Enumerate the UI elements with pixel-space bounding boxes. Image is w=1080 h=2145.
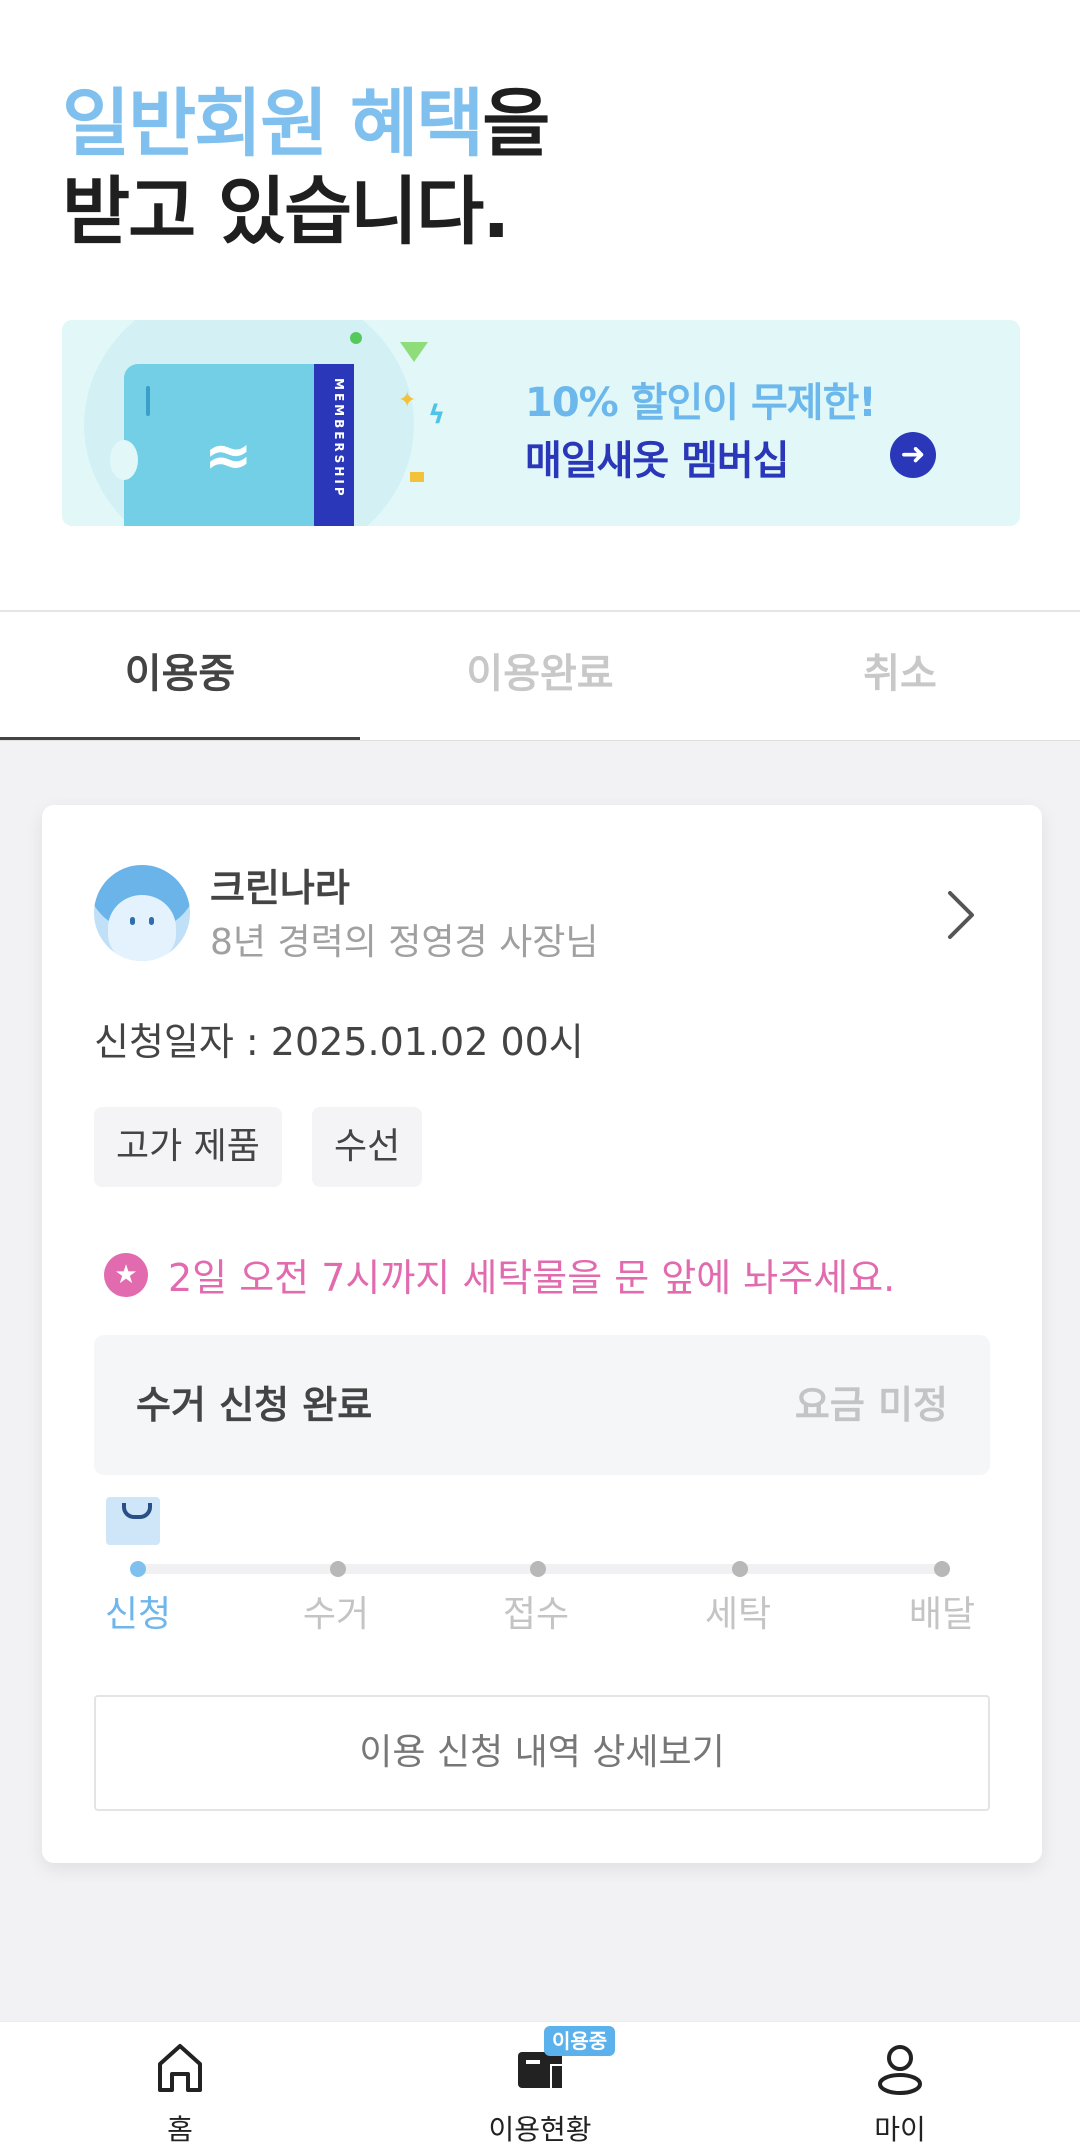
avatar-eye-left <box>130 917 135 925</box>
hero-heading: 일반회원 혜택을 받고 있습니다. <box>62 80 1022 256</box>
pickup-notice: ★ 2일 오전 7시까지 세탁물을 문 앞에 놔주세요. <box>104 1247 895 1302</box>
progress-dot-receive <box>530 1561 546 1577</box>
step-receive: 접수 <box>502 1594 570 1635</box>
request-date: 신청일자 : 2025.01.02 00시 <box>94 1020 584 1064</box>
progress-dot-apply <box>130 1561 146 1577</box>
hero-line-1: 일반회원 혜택을 <box>62 80 1022 168</box>
avatar-face <box>108 895 176 961</box>
ticket-slit <box>146 386 150 416</box>
progress-dot-wash <box>732 1561 748 1577</box>
progress-dot-deliver <box>934 1561 950 1577</box>
sparkle-triangle-icon <box>400 342 428 362</box>
star-badge-icon: ★ <box>104 1252 148 1297</box>
tab-completed[interactable]: 이용완료 <box>360 612 720 740</box>
hero-line-1-rest: 을 <box>482 81 550 167</box>
sparkle-bar-icon <box>410 472 424 482</box>
nav-home-label: 홈 <box>167 2113 193 2145</box>
tag-premium-item: 고가 제품 <box>94 1107 282 1187</box>
shopping-bag-icon <box>106 1497 160 1545</box>
bottom-nav: 홈 이용현황 마이 이용중 <box>0 2021 1080 2145</box>
sparkle-dot-icon <box>350 332 362 344</box>
membership-ticket-illustration: ≈ MEMBERSHIP <box>110 364 354 526</box>
order-card: 크린나라 8년 경력의 정영경 사장님 신청일자 : 2025.01.02 00… <box>42 805 1042 1863</box>
user-icon <box>878 2045 922 2095</box>
pickup-notice-text: 2일 오전 7시까지 세탁물을 문 앞에 놔주세요. <box>168 1256 896 1300</box>
arrow-right-circle-icon[interactable]: ➜ <box>890 432 936 478</box>
progress-dot-pickup <box>330 1561 346 1577</box>
tag-repair: 수선 <box>312 1107 423 1187</box>
membership-ticket-text: MEMBERSHIP <box>332 378 346 499</box>
wave-logo-icon: ≈ <box>204 421 253 489</box>
status-tabs: 이용중 이용완료 취소 <box>0 612 1080 740</box>
hero-line-2: 받고 있습니다. <box>62 169 510 255</box>
view-details-button[interactable]: 이용 신청 내역 상세보기 <box>94 1695 990 1811</box>
step-pickup: 수거 <box>302 1594 370 1635</box>
membership-banner[interactable]: ≈ MEMBERSHIP ✦ ϟ 10% 할인이 무제한! 매일새옷 멤버십 ➜ <box>62 320 1020 526</box>
chevron-right-icon[interactable] <box>940 885 980 945</box>
nav-usage[interactable]: 이용현황 <box>360 2022 720 2145</box>
step-apply: 신청 <box>104 1594 172 1635</box>
sparkle-star-icon: ✦ <box>398 388 417 413</box>
store-description: 8년 경력의 정영경 사장님 <box>210 922 599 963</box>
ticket-notch <box>110 440 138 480</box>
tab-in-use[interactable]: 이용중 <box>0 612 360 740</box>
store-name: 크린나라 <box>210 866 350 910</box>
status-label: 수거 신청 완료 <box>136 1383 373 1427</box>
nav-my-label: 마이 <box>874 2113 926 2145</box>
nav-usage-badge: 이용중 <box>544 2026 616 2056</box>
nav-home[interactable]: 홈 <box>0 2022 360 2145</box>
avatar-eye-right <box>149 917 154 925</box>
banner-title: 10% 할인이 무제한! <box>525 380 877 426</box>
banner-subtitle: 매일새옷 멤버십 <box>525 438 790 484</box>
nav-usage-label: 이용현황 <box>488 2113 592 2145</box>
status-box: 수거 신청 완료 요금 미정 <box>94 1335 990 1475</box>
hero-accent: 일반회원 혜택 <box>62 81 484 167</box>
step-deliver: 배달 <box>908 1594 976 1635</box>
store-avatar <box>94 865 190 961</box>
price-label: 요금 미정 <box>794 1383 948 1427</box>
sparkle-zigzag-icon: ϟ <box>428 400 446 430</box>
tab-cancelled[interactable]: 취소 <box>720 612 1080 740</box>
home-icon <box>158 2044 202 2092</box>
step-wash: 세탁 <box>704 1594 772 1635</box>
nav-my[interactable]: 마이 <box>720 2022 1080 2145</box>
